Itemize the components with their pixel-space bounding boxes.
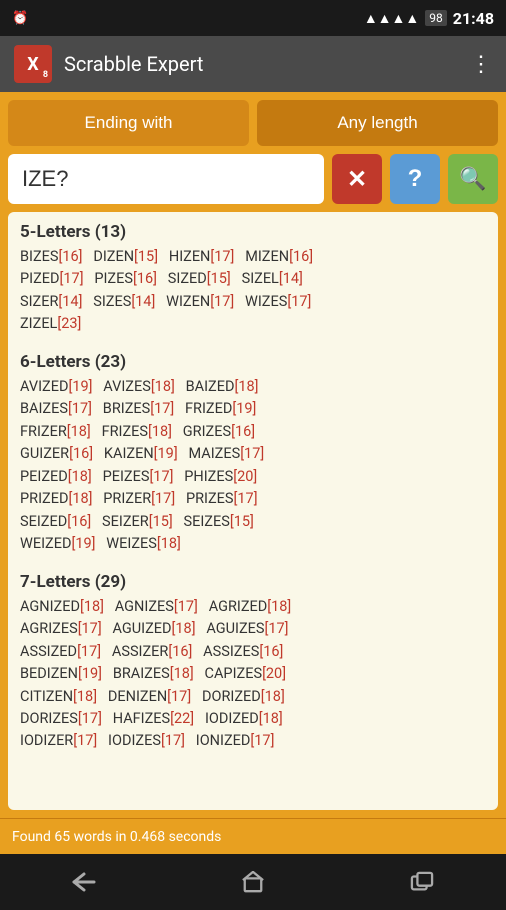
search-button[interactable]: 🔍 [448,154,498,204]
bottom-status-bar: Found 65 words in 0.468 seconds [0,818,506,854]
words-6: AVIZED[19] AVIZES[18] BAIZED[18] BAIZES[… [20,376,486,556]
word-group-5: 5-Letters (13) BIZES[16] DIZEN[15] HIZEN… [20,222,486,336]
word-group-6: 6-Letters (23) AVIZED[19] AVIZES[18] BAI… [20,352,486,556]
logo-letter: X [27,54,38,75]
back-icon [72,872,96,892]
app-logo: X 8 [14,45,52,83]
signal-icon: ▲▲▲▲ [364,10,419,27]
ending-with-filter[interactable]: Ending with [8,100,249,146]
nav-bar [0,854,506,910]
words-7: AGNIZED[18] AGNIZES[17] AGRIZED[18] AGRI… [20,596,486,753]
group-header-7: 7-Letters (29) [20,572,486,592]
clear-button[interactable]: ✕ [332,154,382,204]
title-bar: X 8 Scrabble Expert ⋮ [0,36,506,92]
word-group-7: 7-Letters (29) AGNIZED[18] AGNIZES[17] A… [20,572,486,753]
battery-icon: 98 [425,10,447,26]
search-row: ✕ ? 🔍 [8,154,498,204]
home-icon [241,871,265,893]
recent-icon [410,871,434,893]
status-bar: ⏰ ▲▲▲▲ 98 21:48 [0,0,506,36]
search-input[interactable] [8,154,324,204]
search-icon: 🔍 [459,166,486,192]
app-title: Scrabble Expert [64,52,458,76]
results-area: 5-Letters (13) BIZES[16] DIZEN[15] HIZEN… [8,212,498,810]
main-content: Ending with Any length ✕ ? 🔍 5-Letters (… [0,92,506,818]
any-length-filter[interactable]: Any length [257,100,498,146]
group-header-5: 5-Letters (13) [20,222,486,242]
group-header-6: 6-Letters (23) [20,352,486,372]
back-nav-button[interactable] [54,862,114,902]
help-button[interactable]: ? [390,154,440,204]
status-text: Found 65 words in 0.468 seconds [12,829,221,845]
home-nav-button[interactable] [223,862,283,902]
logo-sub: 8 [43,70,48,80]
menu-button[interactable]: ⋮ [470,52,492,77]
status-left: ⏰ [12,11,356,26]
status-icons: ▲▲▲▲ 98 21:48 [364,9,494,28]
clear-icon: ✕ [347,165,367,194]
words-5: BIZES[16] DIZEN[15] HIZEN[17] MIZEN[16] … [20,246,486,336]
recent-nav-button[interactable] [392,862,452,902]
alarm-icon: ⏰ [12,11,28,26]
filter-row: Ending with Any length [8,100,498,146]
help-icon: ? [408,165,423,193]
time-display: 21:48 [453,9,494,28]
